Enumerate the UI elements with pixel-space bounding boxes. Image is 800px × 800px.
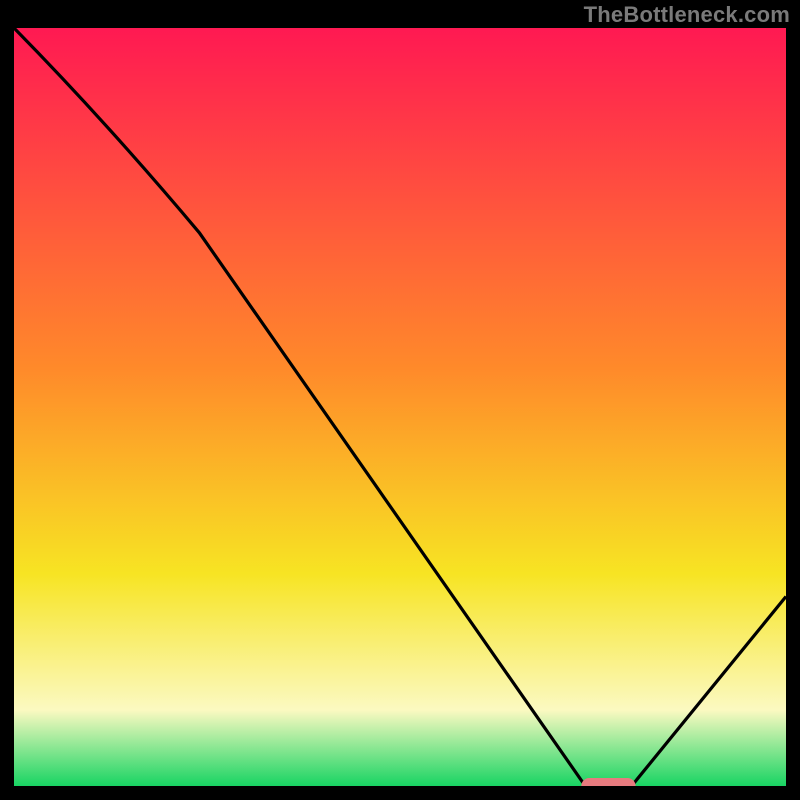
watermark-text: TheBottleneck.com	[584, 2, 790, 28]
chart-frame	[14, 28, 786, 786]
optimal-range-marker	[14, 28, 786, 786]
optimal-pill	[581, 778, 635, 786]
chart-container: TheBottleneck.com	[0, 0, 800, 800]
